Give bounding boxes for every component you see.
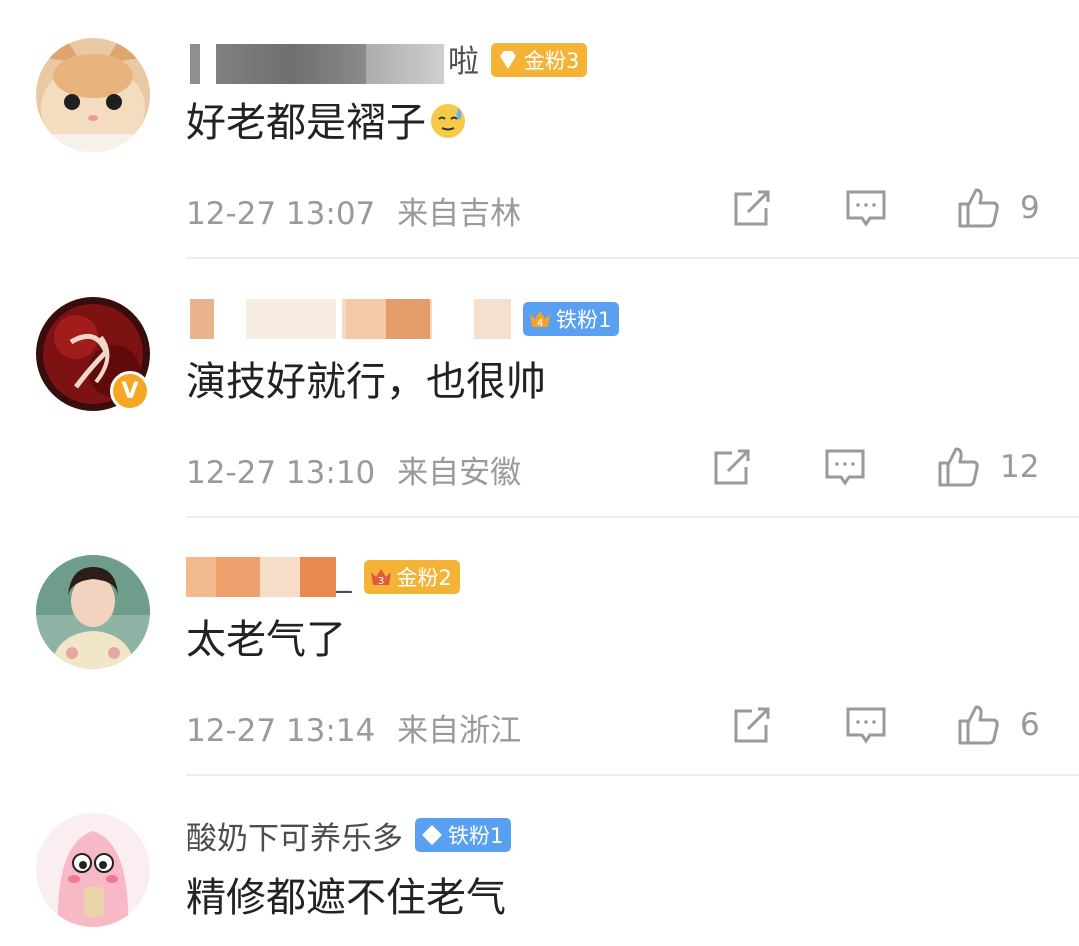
- avatar[interactable]: [36, 555, 150, 669]
- timestamp: 12-27 13:10: [186, 455, 376, 491]
- fan-badge-label: 铁粉1: [556, 308, 612, 332]
- fan-badge[interactable]: 3 金粉2: [363, 560, 460, 594]
- comment-text: 精修都遮不住老气: [186, 865, 506, 923]
- verified-badge: V: [110, 371, 150, 411]
- like-count: 6: [1020, 707, 1040, 743]
- comment-icon: [846, 190, 886, 227]
- comment-item: 啦 金粉3 好老都是褶子 12-27 13:07 来自吉林 9: [0, 0, 1079, 259]
- username-row: 啦 金粉3: [186, 40, 588, 84]
- avatar[interactable]: [36, 38, 150, 152]
- comment-item: 酸奶下可养乐多 铁粉1 精修都遮不住老气: [0, 775, 1079, 946]
- reply-button[interactable]: [844, 703, 888, 747]
- username-row: 4 铁粉1: [186, 299, 620, 339]
- comment-text-content: 精修都遮不住老气: [186, 875, 506, 921]
- comment-text: 好老都是褶子: [186, 90, 468, 148]
- svg-text:4: 4: [537, 318, 543, 329]
- comment-text-content: 太老气了: [186, 617, 346, 663]
- share-button[interactable]: [710, 445, 754, 489]
- diamond-icon: [495, 47, 521, 73]
- reply-button[interactable]: [823, 445, 867, 489]
- username-text: 啦: [448, 44, 479, 81]
- share-button[interactable]: [730, 186, 774, 230]
- username[interactable]: 啦: [186, 36, 479, 84]
- crown-icon: 3: [368, 564, 394, 590]
- share-icon: [734, 707, 770, 743]
- location: 来自吉林: [397, 196, 522, 232]
- timestamp: 12-27 13:14: [186, 713, 376, 749]
- like-count: 12: [1000, 449, 1040, 485]
- comment-item: V 4 铁粉1 演技好就行，也很帅 12-27 13:10 来自安徽 12: [0, 259, 1079, 518]
- share-button[interactable]: [730, 703, 774, 747]
- sweat-smile-emoji-icon: [428, 100, 468, 140]
- svg-text:3: 3: [377, 576, 383, 587]
- thumbs-up-icon: [958, 188, 999, 228]
- reply-button[interactable]: [844, 186, 888, 230]
- username-row: _ 3 金粉2: [186, 557, 460, 597]
- comment-text-content: 好老都是褶子: [186, 100, 426, 146]
- share-icon: [714, 449, 750, 485]
- fan-badge[interactable]: 铁粉1: [415, 818, 512, 852]
- fan-badge[interactable]: 4 铁粉1: [523, 302, 620, 336]
- comment-text-content: 演技好就行，也很帅: [186, 359, 546, 405]
- comment-meta: 12-27 13:14 来自浙江: [186, 705, 521, 750]
- location: 来自浙江: [397, 713, 522, 749]
- thumbs-up-icon: [938, 447, 979, 487]
- comment-item: _ 3 金粉2 太老气了 12-27 13:14 来自浙江 6: [0, 517, 1079, 776]
- location: 来自安徽: [397, 455, 522, 491]
- like-button[interactable]: [956, 703, 1000, 747]
- username-text: 酸奶下可养乐多: [186, 820, 403, 857]
- fan-badge-label: 铁粉1: [448, 824, 504, 848]
- fan-badge-label: 金粉2: [396, 566, 452, 590]
- comment-text: 演技好就行，也很帅: [186, 349, 546, 407]
- username-text: _: [336, 557, 352, 594]
- timestamp: 12-27 13:07: [186, 196, 376, 232]
- like-button[interactable]: [936, 445, 980, 489]
- username-row: 酸奶下可养乐多 铁粉1: [186, 813, 512, 858]
- comment-meta: 12-27 13:10 来自安徽: [186, 447, 521, 492]
- comment-meta: 12-27 13:07 来自吉林: [186, 188, 521, 233]
- thumbs-up-icon: [958, 705, 999, 745]
- crown-icon: 4: [527, 306, 553, 332]
- comment-icon: [846, 707, 886, 744]
- share-icon: [734, 190, 770, 226]
- diamond-icon: [419, 822, 445, 848]
- like-count: 9: [1020, 190, 1040, 226]
- avatar[interactable]: [36, 813, 150, 927]
- fan-badge-label: 金粉3: [524, 49, 580, 73]
- comment-icon: [825, 449, 865, 486]
- comment-text: 太老气了: [186, 607, 346, 665]
- username[interactable]: 酸奶下可养乐多: [186, 813, 403, 858]
- fan-badge[interactable]: 金粉3: [491, 43, 588, 77]
- username[interactable]: [186, 299, 511, 339]
- username[interactable]: _: [186, 557, 352, 597]
- like-button[interactable]: [956, 186, 1000, 230]
